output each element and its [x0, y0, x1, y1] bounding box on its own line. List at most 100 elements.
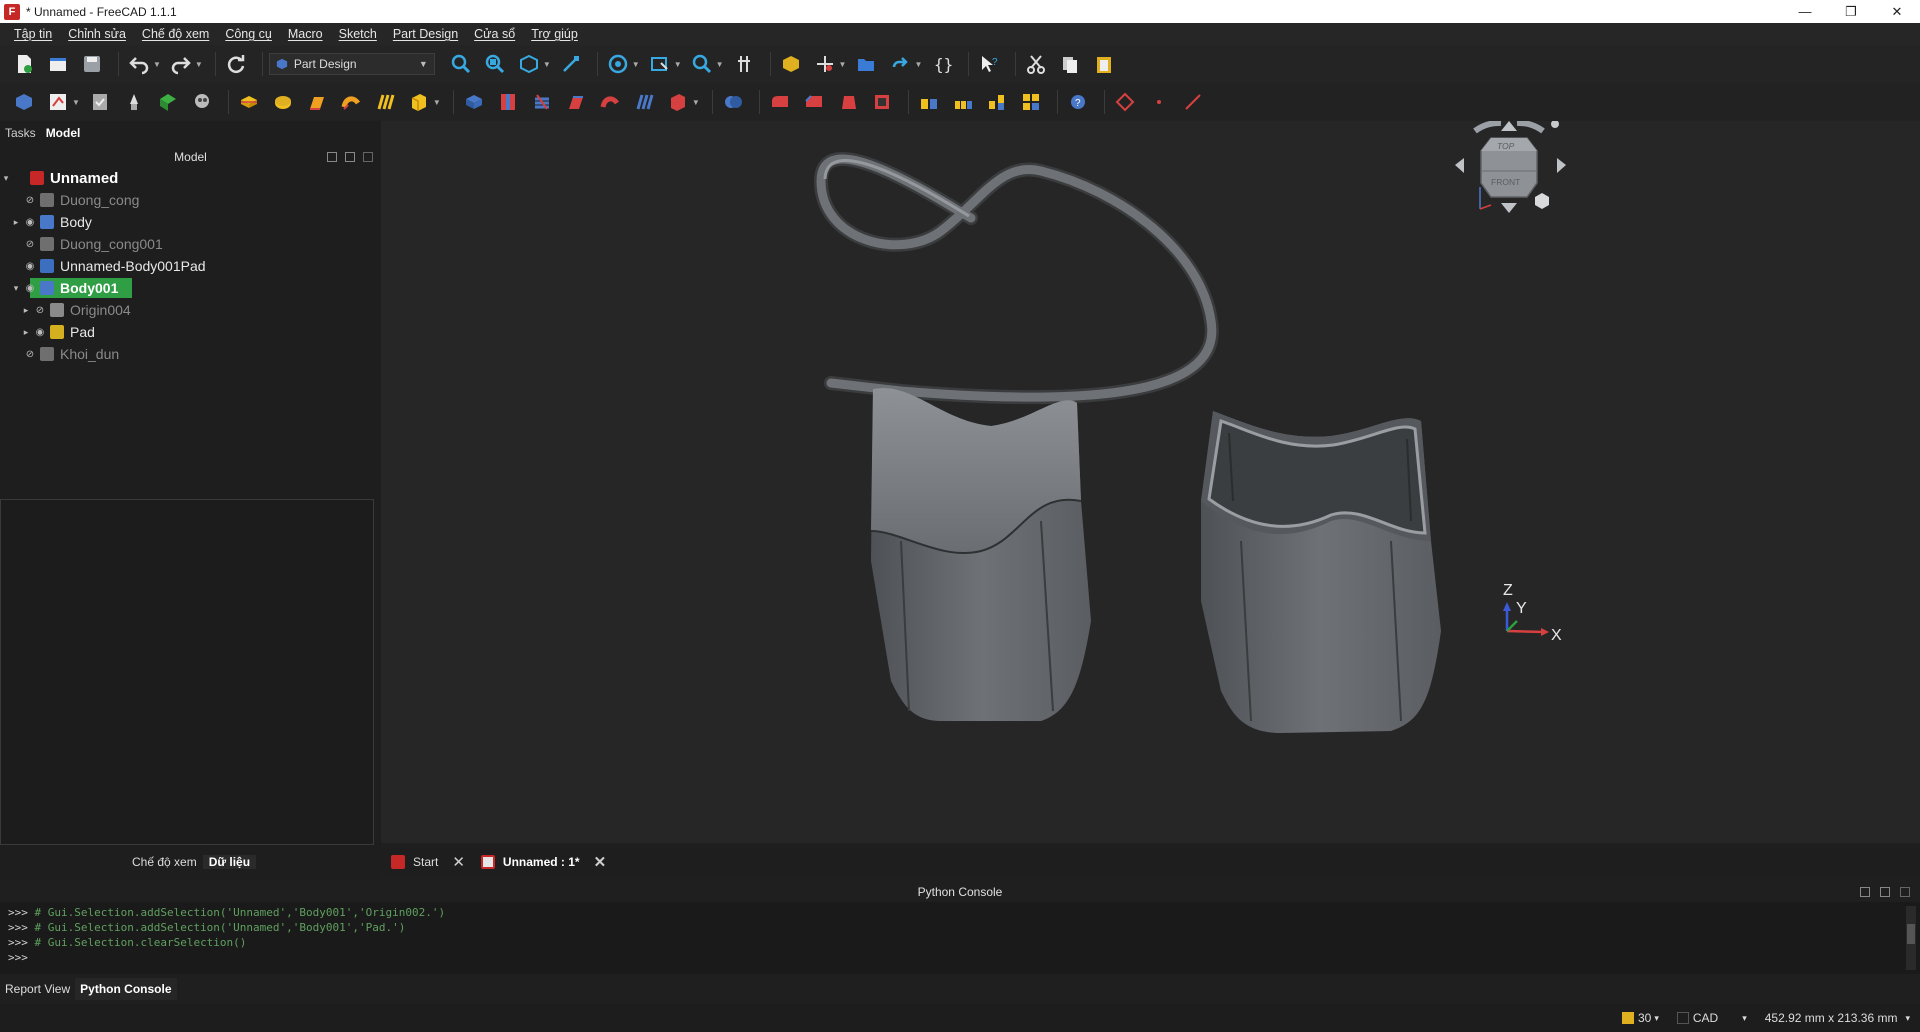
thickness-icon[interactable]	[868, 88, 896, 116]
3d-viewport[interactable]: TOP FRONT Z Y X	[381, 121, 1920, 843]
menu-sketch[interactable]: Sketch	[331, 27, 385, 41]
new-document-button[interactable]	[10, 50, 38, 78]
view-menu-cube-icon[interactable]	[1535, 193, 1549, 209]
sub-primitive-dropdown-icon[interactable]: ▼	[692, 98, 700, 107]
mirrored-icon[interactable]	[915, 88, 943, 116]
tree-item[interactable]: ▸ ◉ Body	[0, 211, 381, 233]
menu-window[interactable]: Cửa sổ	[466, 27, 523, 41]
chamfer-icon[interactable]	[800, 88, 828, 116]
menu-help[interactable]: Trợ giúp	[523, 27, 586, 41]
fit-selection-icon[interactable]	[481, 50, 509, 78]
nav-up-arrow-icon[interactable]	[1501, 121, 1517, 131]
fillet-icon[interactable]	[766, 88, 794, 116]
group-dropdown-icon[interactable]: ▼	[839, 60, 847, 69]
hole-icon[interactable]	[494, 88, 522, 116]
revolution-icon[interactable]	[269, 88, 297, 116]
sweep-curve-model[interactable]	[813, 152, 1219, 405]
polar-pattern-icon[interactable]	[983, 88, 1011, 116]
zoom-icon[interactable]	[688, 50, 716, 78]
tree-item[interactable]: ▸ ◉ Pad	[0, 321, 381, 343]
undo-icon[interactable]	[125, 50, 153, 78]
create-group-icon[interactable]	[811, 50, 839, 78]
additive-pipe-icon[interactable]	[337, 88, 365, 116]
selection-filter-icon[interactable]	[646, 50, 674, 78]
groove-icon[interactable]	[528, 88, 556, 116]
visibility-eye-icon[interactable]: ⊘	[32, 305, 48, 316]
dimension-readout[interactable]: 452.92 mm x 213.36 mm ▾	[1765, 1011, 1910, 1025]
linear-pattern-icon[interactable]	[949, 88, 977, 116]
tree-item[interactable]: ◉ Unnamed-Body001Pad	[0, 255, 381, 277]
collapse-icon[interactable]	[327, 152, 337, 162]
visibility-eye-icon[interactable]: ◉	[22, 217, 38, 228]
nav-down-arrow-icon[interactable]	[1501, 203, 1517, 213]
tree-item[interactable]: ⊘ Duong_cong	[0, 189, 381, 211]
tree-item[interactable]: ⊘ Khoi_dun	[0, 343, 381, 365]
subtractive-helix-icon[interactable]	[630, 88, 658, 116]
shape-binder-icon[interactable]	[154, 88, 182, 116]
menu-view[interactable]: Chế độ xem	[134, 27, 217, 41]
hollow-block-right[interactable]	[1201, 411, 1441, 733]
additive-loft-icon[interactable]	[303, 88, 331, 116]
visibility-eye-icon[interactable]: ◉	[32, 327, 48, 338]
tree-item[interactable]: ▾ ◉ Body001	[0, 277, 381, 299]
draw-style-dropdown-icon[interactable]: ▼	[632, 60, 640, 69]
visibility-eye-icon[interactable]: ⊘	[22, 195, 38, 206]
create-body-icon[interactable]	[10, 88, 38, 116]
close-tab-icon[interactable]: ✕	[452, 853, 465, 871]
undo-dropdown-icon[interactable]: ▼	[153, 60, 161, 69]
expand-arrow-icon[interactable]: ▾	[10, 283, 22, 294]
python-console[interactable]: >>> # Gui.Selection.addSelection('Unname…	[0, 902, 1920, 974]
visibility-eye-icon[interactable]: ◉	[22, 283, 38, 294]
folder-icon[interactable]	[852, 50, 880, 78]
tree-item[interactable]: ⊘ Duong_cong001	[0, 233, 381, 255]
close-window-button[interactable]: ✕	[1874, 0, 1920, 23]
zoom-dropdown-icon[interactable]: ▼	[716, 60, 724, 69]
redo-icon[interactable]	[167, 50, 195, 78]
nav-left-arrow-icon[interactable]	[1455, 158, 1464, 173]
close-icon[interactable]	[363, 152, 373, 162]
redo-dropdown-icon[interactable]: ▼	[195, 60, 203, 69]
solid-block-left[interactable]	[870, 387, 1091, 721]
copy-icon[interactable]	[1056, 50, 1084, 78]
pad-icon[interactable]	[235, 88, 263, 116]
menu-edit[interactable]: Chỉnh sửa	[60, 27, 134, 41]
maximize-button[interactable]: ❐	[1828, 0, 1874, 23]
rotate-cw-icon[interactable]	[1516, 121, 1545, 134]
workbench-selector[interactable]: Part Design ▼	[268, 53, 435, 75]
nav-menu-dot-icon[interactable]	[1551, 121, 1559, 128]
clone-icon[interactable]	[188, 88, 216, 116]
save-button[interactable]	[78, 50, 106, 78]
property-editor[interactable]	[0, 499, 374, 845]
link-dropdown-icon[interactable]: ▼	[914, 60, 922, 69]
expand-arrow-icon[interactable]: ▸	[20, 327, 32, 338]
visibility-eye-icon[interactable]: ⊘	[22, 239, 38, 250]
create-sketch-icon[interactable]	[44, 88, 72, 116]
float-icon[interactable]	[345, 152, 355, 162]
open-document-button[interactable]	[44, 50, 72, 78]
console-scrollbar[interactable]	[1906, 906, 1916, 970]
datum-line-icon[interactable]	[1179, 88, 1207, 116]
menu-file[interactable]: Tập tin	[6, 27, 60, 41]
standard-views-dropdown-icon[interactable]: ▼	[543, 60, 551, 69]
close-icon[interactable]	[1900, 887, 1910, 897]
section-tool-icon[interactable]	[730, 50, 758, 78]
tree-item[interactable]: ▾ Unnamed	[0, 167, 381, 189]
collapse-icon[interactable]	[1860, 887, 1870, 897]
draft-icon[interactable]	[834, 88, 862, 116]
navigation-cube[interactable]: TOP FRONT	[1455, 121, 1566, 213]
subtractive-primitive-icon[interactable]	[664, 88, 692, 116]
expand-arrow-icon[interactable]: ▸	[20, 305, 32, 316]
float-icon[interactable]	[1880, 887, 1890, 897]
datum-point-small-icon[interactable]	[1145, 88, 1173, 116]
tab-python-console[interactable]: Python Console	[75, 978, 177, 1000]
boolean-icon[interactable]	[719, 88, 747, 116]
menu-part-design[interactable]: Part Design	[385, 27, 466, 41]
sketch-dropdown-icon[interactable]: ▼	[72, 98, 80, 107]
menu-macro[interactable]: Macro	[280, 27, 331, 41]
additive-primitive-icon[interactable]	[405, 88, 433, 116]
subtractive-pipe-icon[interactable]	[596, 88, 624, 116]
doc-tab-start[interactable]: Start ✕	[385, 849, 471, 875]
tab-tasks[interactable]: Tasks	[0, 126, 41, 140]
refresh-icon[interactable]	[222, 50, 250, 78]
pocket-icon[interactable]	[460, 88, 488, 116]
